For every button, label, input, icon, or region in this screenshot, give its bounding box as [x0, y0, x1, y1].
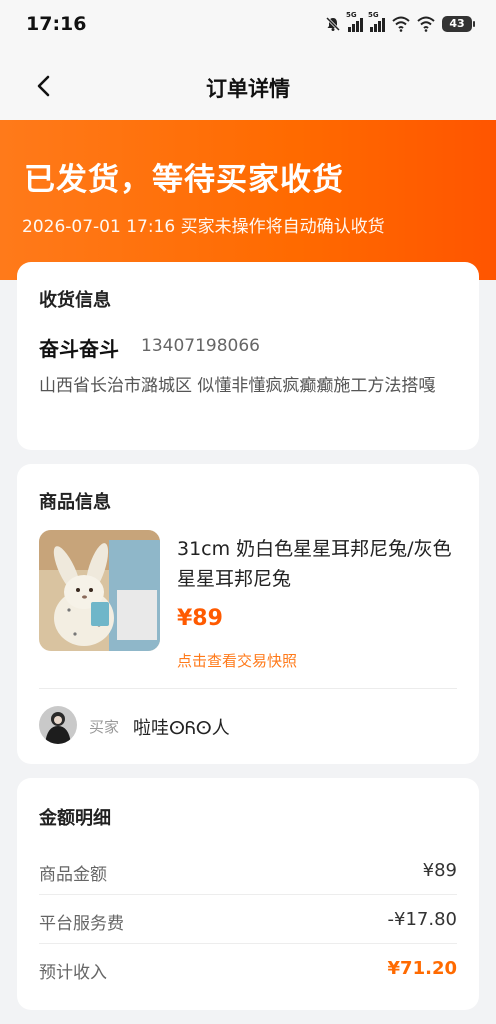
goods-amount-label: 商品金额: [39, 865, 107, 885]
goods-amount-row: 商品金额 ¥89: [39, 846, 457, 895]
mute-bell-icon: [325, 16, 341, 32]
wifi-icon-2: [417, 16, 435, 32]
status-time: 17:16: [26, 13, 87, 35]
buyer-label: 买家: [89, 718, 120, 736]
amount-detail-card: 金额明细 商品金额 ¥89 平台服务费 -¥17.80 预计收入 ¥71.20: [17, 778, 479, 1010]
status-icons: 5G 5G 43: [325, 11, 475, 34]
battery-icon: 43: [442, 16, 475, 32]
product-thumbnail[interactable]: [39, 530, 160, 651]
goods-amount-value: ¥89: [422, 860, 457, 881]
signal-sim2-icon: 5G: [368, 11, 385, 32]
amount-detail-title: 金额明细: [39, 808, 111, 829]
service-fee-value: -¥17.80: [387, 909, 457, 930]
order-status-title: 已发货，等待买家收货: [24, 162, 344, 198]
goods-info-title: 商品信息: [39, 492, 111, 513]
service-fee-row: 平台服务费 -¥17.80: [39, 895, 457, 944]
product-price: ¥89: [177, 606, 223, 631]
product-name[interactable]: 31cm 奶白色星星耳邦尼兔/灰色星星耳邦尼兔: [177, 534, 457, 594]
buyer-avatar-image: [39, 706, 77, 744]
wifi-icon: [392, 16, 410, 32]
estimated-income-label: 预计收入: [39, 963, 107, 983]
buyer-avatar[interactable]: [39, 706, 77, 744]
receiver-address: 山西省长治市潞城区 似懂非懂疯疯癫癫施工方法搭嘎: [39, 376, 436, 396]
receiver-name: 奋斗奋斗: [39, 337, 119, 361]
auto-confirm-notice: 2026-07-01 17:16 买家未操作将自动确认收货: [22, 217, 385, 237]
sim1-label: 5G: [346, 11, 357, 19]
page-title: 订单详情: [206, 77, 290, 101]
receiver-phone[interactable]: 13407198066: [141, 336, 260, 356]
sim2-label: 5G: [368, 11, 379, 19]
estimated-income-value: ¥71.20: [387, 958, 457, 979]
plush-bunny-image: [39, 530, 160, 651]
goods-info-card: 商品信息 31cm 奶白色星星耳邦尼兔/灰色星星耳邦尼兔 ¥89 点击查看交易快…: [17, 464, 479, 764]
shipping-info-title: 收货信息: [39, 290, 111, 311]
estimated-income-row: 预计收入 ¥71.20: [39, 944, 457, 992]
transaction-snapshot-link[interactable]: 点击查看交易快照: [177, 650, 297, 671]
order-status-banner: 已发货，等待买家收货 2026-07-01 17:16 买家未操作将自动确认收货: [0, 120, 496, 280]
buyer-name[interactable]: 啦哇ⵙᏲⵙ人: [133, 714, 230, 740]
nav-bar: 订单详情: [0, 48, 496, 120]
signal-sim1-icon: 5G: [346, 11, 363, 32]
service-fee-label: 平台服务费: [39, 914, 124, 934]
divider: [39, 688, 457, 689]
shipping-info-card: 收货信息 奋斗奋斗 13407198066 山西省长治市潞城区 似懂非懂疯疯癫癫…: [17, 262, 479, 450]
status-bar: 17:16 5G 5G 43: [0, 0, 496, 48]
